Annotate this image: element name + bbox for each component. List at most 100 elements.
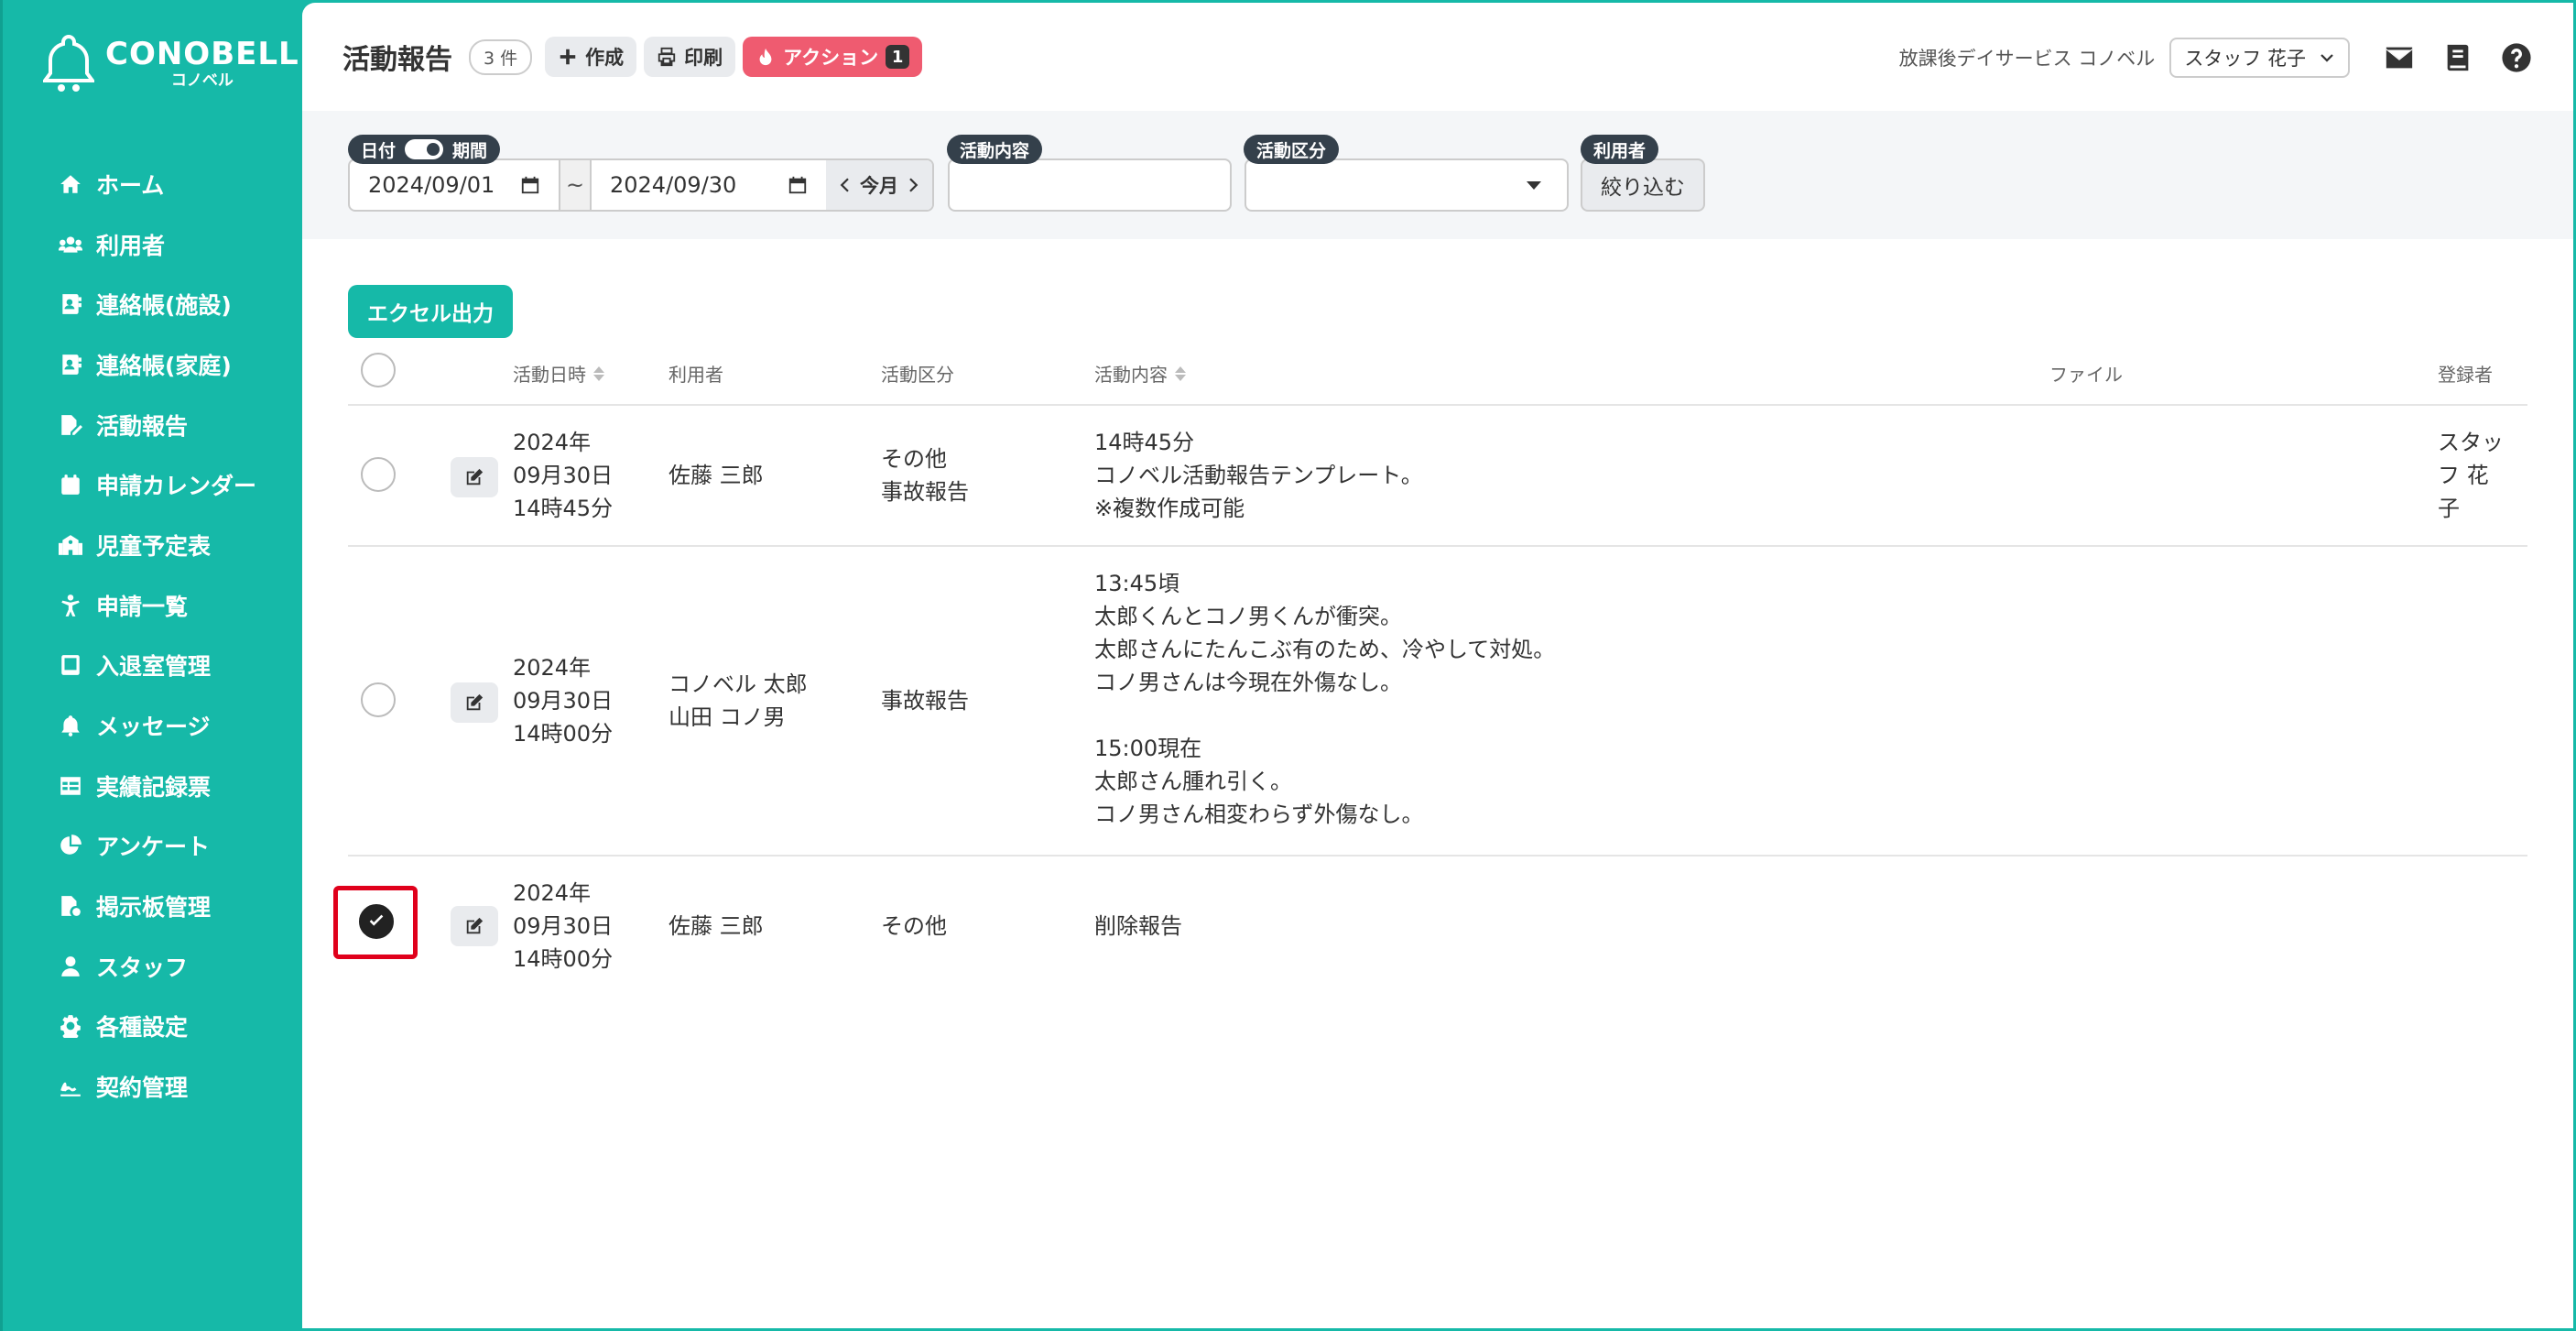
user-name: コノベル 太郎 bbox=[668, 671, 808, 697]
print-button[interactable]: 印刷 bbox=[644, 37, 736, 77]
fire-icon bbox=[759, 48, 772, 66]
edit-button[interactable] bbox=[451, 906, 498, 946]
sidebar-item-label: スタッフ bbox=[96, 954, 189, 981]
content-line: ※複数作成可能 bbox=[1094, 496, 1245, 521]
pie-chart-icon bbox=[58, 833, 83, 858]
table-row[interactable]: 2024年 09月30日 14時00分 佐藤 三郎 その他 削除報告 bbox=[333, 856, 2527, 985]
category-filter-label-text: 活動区分 bbox=[1256, 140, 1327, 161]
activity-date: 2024年 09月30日 14時45分 bbox=[513, 426, 613, 525]
column-header-date[interactable]: 活動日時 bbox=[513, 360, 604, 387]
category-item: 事故報告 bbox=[881, 479, 969, 505]
report-edit-icon bbox=[58, 412, 83, 438]
date-range: 2024/09/01 ~ 2024/09/30 今月 bbox=[348, 158, 934, 212]
activity-category: 事故報告 bbox=[881, 684, 969, 717]
user-filter-label[interactable]: 利用者 bbox=[1581, 135, 1659, 164]
edit-icon bbox=[466, 468, 484, 485]
content-filter-label-text: 活動内容 bbox=[960, 140, 1030, 161]
sidebar-item-performance-record[interactable]: 実績記録票 bbox=[3, 756, 305, 816]
sidebar-item-label: 児童予定表 bbox=[96, 532, 212, 560]
content-search-input[interactable] bbox=[948, 158, 1232, 212]
edit-icon bbox=[466, 917, 484, 934]
period-label: 期間 bbox=[452, 140, 488, 161]
column-header-content[interactable]: 活動内容 bbox=[1094, 360, 1186, 387]
home-icon bbox=[58, 171, 83, 197]
help-icon[interactable] bbox=[2500, 41, 2533, 74]
chevron-right-icon[interactable] bbox=[905, 177, 921, 193]
sidebar-item-label: 入退室管理 bbox=[96, 653, 212, 681]
filter-button[interactable]: 絞り込む bbox=[1581, 158, 1705, 212]
excel-export-button[interactable]: エクセル出力 bbox=[348, 285, 513, 338]
activity-report-table: 活動日時 利用者 活動区分 活動内容 ファイル 登録者 2024年 09月30日… bbox=[333, 342, 2527, 985]
row-checkbox-checked[interactable] bbox=[359, 904, 394, 939]
create-button[interactable]: 作成 bbox=[545, 37, 637, 77]
date-period-toggle[interactable]: 日付 期間 bbox=[348, 135, 501, 164]
mail-icon[interactable] bbox=[2383, 41, 2416, 74]
sidebar-item-survey[interactable]: アンケート bbox=[3, 816, 305, 877]
sidebar-item-label: 実績記録票 bbox=[96, 773, 212, 801]
registrant-line: スタッ bbox=[2438, 430, 2504, 455]
start-date-input[interactable]: 2024/09/01 bbox=[350, 160, 559, 210]
user-name: 山田 コノ男 bbox=[668, 704, 786, 730]
registrant-line: 子 bbox=[2438, 496, 2460, 521]
edit-icon bbox=[466, 693, 484, 711]
sort-icon bbox=[1175, 365, 1186, 381]
sidebar-item-child-schedule[interactable]: 児童予定表 bbox=[3, 515, 305, 575]
column-header-date-label: 活動日時 bbox=[513, 364, 586, 386]
logo[interactable]: CONOBELL コノベル bbox=[43, 33, 299, 93]
caret-down-icon bbox=[1527, 180, 1541, 190]
sidebar-item-activity-report[interactable]: 活動報告 bbox=[3, 395, 305, 455]
row-checkbox[interactable] bbox=[361, 457, 396, 492]
sidebar-item-label: 各種設定 bbox=[96, 1014, 189, 1042]
action-button[interactable]: アクション 1 bbox=[743, 37, 923, 77]
date-year: 2024年 bbox=[513, 655, 592, 681]
sidebar-item-label: メッセージ bbox=[96, 714, 211, 741]
sidebar-item-label: 申請カレンダー bbox=[96, 473, 257, 500]
record-count-badge: 3 件 bbox=[469, 38, 533, 75]
toggle-switch[interactable] bbox=[405, 139, 444, 159]
table-row[interactable]: 2024年 09月30日 14時00分 コノベル 太郎 山田 コノ男 事故報告 … bbox=[348, 547, 2527, 856]
manual-book-icon[interactable] bbox=[2441, 41, 2474, 74]
sidebar-item-settings[interactable]: 各種設定 bbox=[3, 997, 305, 1057]
chevron-left-icon[interactable] bbox=[837, 177, 853, 193]
date-day: 09月30日 bbox=[513, 688, 614, 714]
edit-button[interactable] bbox=[451, 457, 498, 497]
user-filter-label-text: 利用者 bbox=[1593, 140, 1647, 161]
sidebar-item-label: 連絡帳(施設) bbox=[96, 292, 232, 320]
sidebar-item-contact-facility[interactable]: 連絡帳(施設) bbox=[3, 274, 305, 334]
staff-select-value: スタッフ 花子 bbox=[2184, 48, 2306, 70]
date-year: 2024年 bbox=[513, 880, 592, 906]
column-header-content-label: 活動内容 bbox=[1094, 364, 1168, 386]
staff-select[interactable]: スタッフ 花子 bbox=[2169, 38, 2350, 78]
sidebar-item-staff[interactable]: スタッフ bbox=[3, 936, 305, 997]
sidebar-item-bulletin-board[interactable]: 掲示板管理 bbox=[3, 876, 305, 936]
sidebar-item-request-list[interactable]: 申請一覧 bbox=[3, 575, 305, 636]
sidebar-item-contract[interactable]: 契約管理 bbox=[3, 1056, 305, 1117]
table-row[interactable]: 2024年 09月30日 14時45分 佐藤 三郎 その他 事故報告 14時45… bbox=[348, 406, 2527, 547]
category-item: その他 bbox=[881, 913, 947, 939]
user-name: 佐藤 三郎 bbox=[668, 463, 764, 488]
sidebar-item-contact-home[interactable]: 連絡帳(家庭) bbox=[3, 334, 305, 395]
activity-date: 2024年 09月30日 14時00分 bbox=[513, 877, 613, 976]
end-date-input[interactable]: 2024/09/30 bbox=[592, 160, 826, 210]
sidebar-item-message[interactable]: メッセージ bbox=[3, 695, 305, 756]
content-line: 削除報告 bbox=[1094, 913, 1182, 939]
sidebar-item-users[interactable]: 利用者 bbox=[3, 214, 305, 275]
filter-bar: 日付 期間 2024/09/01 ~ 2024/09/30 今月 活動内容 活動… bbox=[302, 111, 2573, 239]
content-line: コノ男さん相変わらず外傷なし。 bbox=[1094, 802, 1424, 827]
table-icon bbox=[58, 773, 83, 799]
date-label: 日付 bbox=[361, 140, 397, 161]
activity-date: 2024年 09月30日 14時00分 bbox=[513, 651, 613, 750]
sidebar-item-label: 契約管理 bbox=[96, 1075, 189, 1102]
category-select[interactable] bbox=[1245, 158, 1569, 212]
this-month-button[interactable]: 今月 bbox=[860, 171, 898, 199]
select-all-checkbox[interactable] bbox=[361, 353, 396, 387]
sidebar-item-request-calendar[interactable]: 申請カレンダー bbox=[3, 454, 305, 515]
calendar-icon bbox=[58, 472, 83, 497]
row-checkbox[interactable] bbox=[361, 682, 396, 717]
sidebar-item-home[interactable]: ホーム bbox=[3, 154, 305, 214]
edit-button[interactable] bbox=[451, 682, 498, 723]
user-name: 佐藤 三郎 bbox=[668, 913, 764, 939]
content-line: 15:00現在 bbox=[1094, 736, 1202, 761]
sidebar-item-entry-exit[interactable]: 入退室管理 bbox=[3, 636, 305, 696]
content-filter-label: 活動内容 bbox=[947, 135, 1043, 164]
